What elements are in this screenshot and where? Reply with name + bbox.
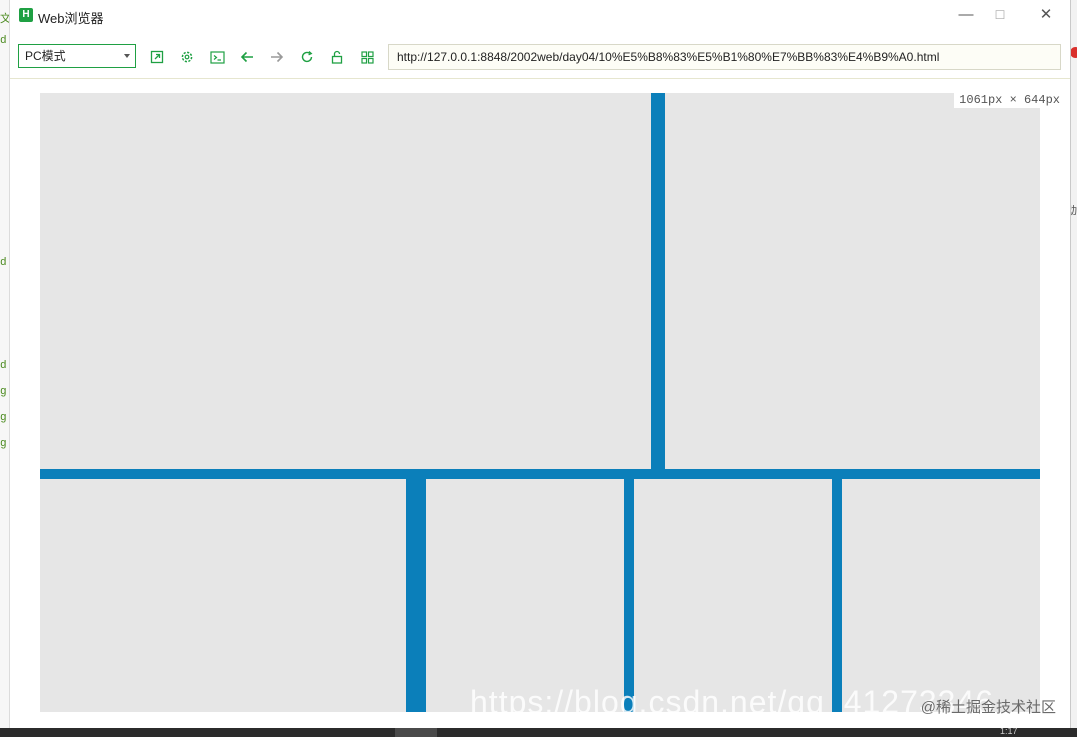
layout-box-bottom-1: [40, 479, 406, 712]
taskbar: 1:17: [0, 726, 1077, 737]
watermark-tag: @稀土掘金技术社区: [920, 699, 1056, 716]
grid-icon: [360, 50, 374, 64]
forward-button[interactable]: [267, 47, 287, 67]
layout-box-bottom-2: [426, 479, 624, 712]
close-button[interactable]: ✕: [1031, 4, 1061, 26]
open-external-icon: [150, 50, 164, 64]
terminal-icon: [209, 50, 225, 64]
mode-select-value: PC模式: [25, 49, 66, 63]
unlock-icon: [331, 50, 343, 64]
arrow-right-icon: [271, 51, 284, 63]
hbuilder-app-icon: H: [19, 8, 33, 22]
background-text-fragment: d: [0, 35, 7, 47]
watermark-url: https://blog.csdn.net/qq_41273346: [470, 684, 995, 720]
page-viewport: [40, 93, 1040, 712]
back-button[interactable]: [237, 47, 257, 67]
background-text-fragment: g: [0, 438, 7, 450]
layout-box-bottom-4: [842, 479, 1040, 712]
taskbar-active-item[interactable]: [395, 728, 437, 737]
open-external-button[interactable]: [147, 47, 167, 67]
chevron-down-icon: [124, 54, 130, 58]
background-text-fragment: g: [0, 386, 7, 398]
window-title: Web浏览器: [38, 11, 104, 26]
settings-button[interactable]: [177, 47, 197, 67]
mode-select[interactable]: PC模式: [18, 44, 136, 68]
layout-box-top-right: [665, 93, 1040, 469]
qrcode-button[interactable]: [357, 47, 377, 67]
web-browser-window: H Web浏览器 — ☐ ✕ PC模式 http://127.0.0.1:884…: [9, 0, 1071, 728]
background-editor-left: 文 d d d g g g: [0, 0, 11, 737]
layout-box-top-left: [40, 93, 651, 469]
notification-dot-icon: [1070, 47, 1077, 58]
minimize-button[interactable]: —: [951, 4, 981, 26]
arrow-left-icon: [240, 51, 253, 63]
title-bar[interactable]: H Web浏览器 — ☐ ✕: [10, 0, 1070, 32]
background-text-fragment: d: [0, 360, 7, 372]
console-button[interactable]: [207, 47, 227, 67]
address-bar[interactable]: http://127.0.0.1:8848/2002web/day04/10%E…: [388, 44, 1061, 70]
refresh-icon: [301, 51, 313, 63]
refresh-button[interactable]: [297, 47, 317, 67]
lock-button[interactable]: [327, 47, 347, 67]
maximize-button[interactable]: ☐: [985, 4, 1015, 26]
layout-box-bottom-3: [634, 479, 832, 712]
gear-icon: [181, 51, 193, 63]
browser-toolbar: PC模式 http://127.0.0.1:8848/2002web/day04…: [10, 38, 1070, 79]
viewport-size-label: 1061px × 644px: [954, 92, 1065, 108]
background-text-fragment: d: [0, 257, 7, 269]
background-text-fragment: g: [0, 412, 7, 424]
